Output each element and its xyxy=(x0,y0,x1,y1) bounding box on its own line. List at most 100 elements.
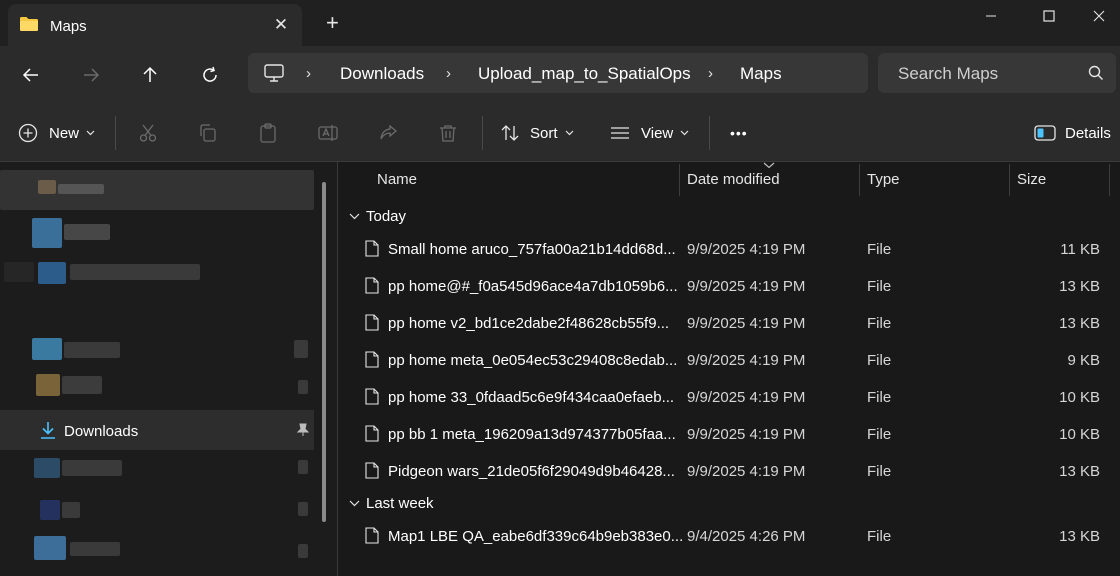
close-tab-button[interactable]: ✕ xyxy=(270,15,292,35)
file-date: 9/9/2025 4:19 PM xyxy=(687,426,806,443)
copy-icon xyxy=(200,124,216,142)
file-date: 9/9/2025 4:19 PM xyxy=(687,315,806,332)
toolbar-divider xyxy=(482,116,483,150)
file-row[interactable]: pp home meta_0e054ec53c29408c8edab... 9/… xyxy=(339,341,1120,378)
breadcrumb-maps[interactable]: Maps xyxy=(740,64,782,84)
pin-icon[interactable] xyxy=(298,544,308,558)
tab-maps[interactable]: Maps ✕ xyxy=(8,4,302,46)
delete-button[interactable] xyxy=(438,118,458,148)
pin-icon[interactable] xyxy=(297,423,309,437)
search-input[interactable]: Search Maps xyxy=(898,64,998,84)
pin-icon[interactable] xyxy=(294,340,308,358)
arrow-left-icon xyxy=(22,68,38,82)
sidebar-scrollbar[interactable] xyxy=(322,182,326,522)
file-type: File xyxy=(867,426,892,443)
file-type: File xyxy=(867,352,892,369)
sort-button[interactable]: Sort xyxy=(500,118,574,148)
column-header-type[interactable]: Type xyxy=(867,171,900,188)
file-date: 9/9/2025 4:19 PM xyxy=(687,278,806,295)
file-row[interactable]: pp bb 1 meta_196209a13d974377b05faa... 9… xyxy=(339,415,1120,452)
up-button[interactable] xyxy=(133,60,167,90)
refresh-icon xyxy=(203,66,217,82)
column-divider[interactable] xyxy=(679,164,680,196)
nav-item-icon xyxy=(38,262,66,284)
close-icon xyxy=(1093,10,1105,22)
forward-button[interactable] xyxy=(74,60,108,90)
share-button[interactable] xyxy=(378,118,398,148)
file-row[interactable]: Pidgeon wars_21de05f6f29049d9b46428... 9… xyxy=(339,452,1120,489)
more-options-button[interactable]: ••• xyxy=(730,118,748,148)
nav-item-icon xyxy=(34,536,66,560)
file-name: pp bb 1 meta_196209a13d974377b05faa... xyxy=(388,426,676,443)
plus-circle-icon xyxy=(18,123,38,143)
chevron-down-icon xyxy=(565,130,573,136)
new-label: New xyxy=(49,124,80,142)
copy-button[interactable] xyxy=(198,118,218,148)
back-button[interactable] xyxy=(14,60,48,90)
nav-item-icon xyxy=(36,374,60,396)
file-type: File xyxy=(867,528,892,545)
arrow-right-icon xyxy=(84,68,100,82)
file-name: Map1 LBE QA_eabe6df339c64b9eb383e0... xyxy=(388,528,684,545)
view-list-icon xyxy=(611,127,629,139)
file-size: 13 KB xyxy=(1059,528,1100,545)
file-type: File xyxy=(867,315,892,332)
close-window-button[interactable] xyxy=(1078,0,1120,32)
new-tab-button[interactable]: + xyxy=(326,12,339,34)
details-pane-icon xyxy=(1034,125,1056,141)
view-button[interactable]: View xyxy=(610,118,689,148)
tab-title: Maps xyxy=(50,18,87,35)
nav-item-label xyxy=(62,460,122,476)
nav-item-label xyxy=(70,542,120,556)
file-type: File xyxy=(867,389,892,406)
file-row[interactable]: Small home aruco_757fa00a21b14dd68d... 9… xyxy=(339,230,1120,267)
clipboard-icon xyxy=(260,123,276,143)
column-header-size[interactable]: Size xyxy=(1017,171,1046,188)
nav-item-icon xyxy=(38,180,56,194)
file-list: Name Date modified Type Size Today Small… xyxy=(339,162,1120,576)
file-type: File xyxy=(867,241,892,258)
file-date: 9/4/2025 4:26 PM xyxy=(687,528,806,545)
address-bar[interactable]: › Downloads › Upload_map_to_SpatialOps ›… xyxy=(248,53,868,93)
breadcrumb-downloads[interactable]: Downloads xyxy=(340,64,424,84)
file-size: 13 KB xyxy=(1059,463,1100,480)
pin-icon[interactable] xyxy=(298,460,308,474)
navigation-bar: › Downloads › Upload_map_to_SpatialOps ›… xyxy=(0,46,1120,104)
file-type: File xyxy=(867,278,892,295)
column-header-name[interactable]: Name xyxy=(377,171,417,188)
trash-icon xyxy=(440,125,456,142)
column-divider[interactable] xyxy=(1009,164,1010,196)
column-header-date[interactable]: Date modified xyxy=(687,171,780,188)
paste-button[interactable] xyxy=(258,118,278,148)
pin-icon[interactable] xyxy=(298,380,308,394)
file-row[interactable]: Map1 LBE QA_eabe6df339c64b9eb383e0... 9/… xyxy=(339,517,1120,554)
nav-item-label xyxy=(62,376,102,394)
file-row[interactable]: pp home 33_0fdaad5c6e9f434caa0efaeb... 9… xyxy=(339,378,1120,415)
search-box[interactable]: Search Maps xyxy=(878,53,1116,93)
nav-item-icon xyxy=(32,338,62,360)
rename-icon xyxy=(318,125,338,141)
file-date: 9/9/2025 4:19 PM xyxy=(687,352,806,369)
file-name: pp home 33_0fdaad5c6e9f434caa0efaeb... xyxy=(388,389,675,406)
maximize-button[interactable] xyxy=(1020,0,1078,32)
file-row[interactable]: pp home v2_bd1ce2dabe2f48628cb55f9... 9/… xyxy=(339,304,1120,341)
file-type: File xyxy=(867,463,892,480)
title-bar: Maps ✕ + xyxy=(0,0,1120,46)
toolbar-divider xyxy=(709,116,710,150)
nav-item-downloads-label: Downloads xyxy=(64,423,139,440)
sort-label: Sort xyxy=(530,124,558,142)
column-divider[interactable] xyxy=(1109,164,1110,196)
rename-button[interactable] xyxy=(318,118,338,148)
column-divider[interactable] xyxy=(859,164,860,196)
refresh-button[interactable] xyxy=(193,60,227,90)
new-button[interactable]: New xyxy=(18,118,95,148)
chevron-right-icon: › xyxy=(306,65,311,82)
cut-button[interactable] xyxy=(138,118,158,148)
pin-icon[interactable] xyxy=(298,502,308,516)
file-date: 9/9/2025 4:19 PM xyxy=(687,241,806,258)
breadcrumb-upload-folder[interactable]: Upload_map_to_SpatialOps xyxy=(478,64,691,84)
chevron-down-icon xyxy=(86,130,95,136)
minimize-button[interactable] xyxy=(962,0,1020,32)
file-row[interactable]: pp home@#_f0a545d96ace4a7db1059b6... 9/9… xyxy=(339,267,1120,304)
details-button[interactable]: Details xyxy=(1034,118,1111,148)
